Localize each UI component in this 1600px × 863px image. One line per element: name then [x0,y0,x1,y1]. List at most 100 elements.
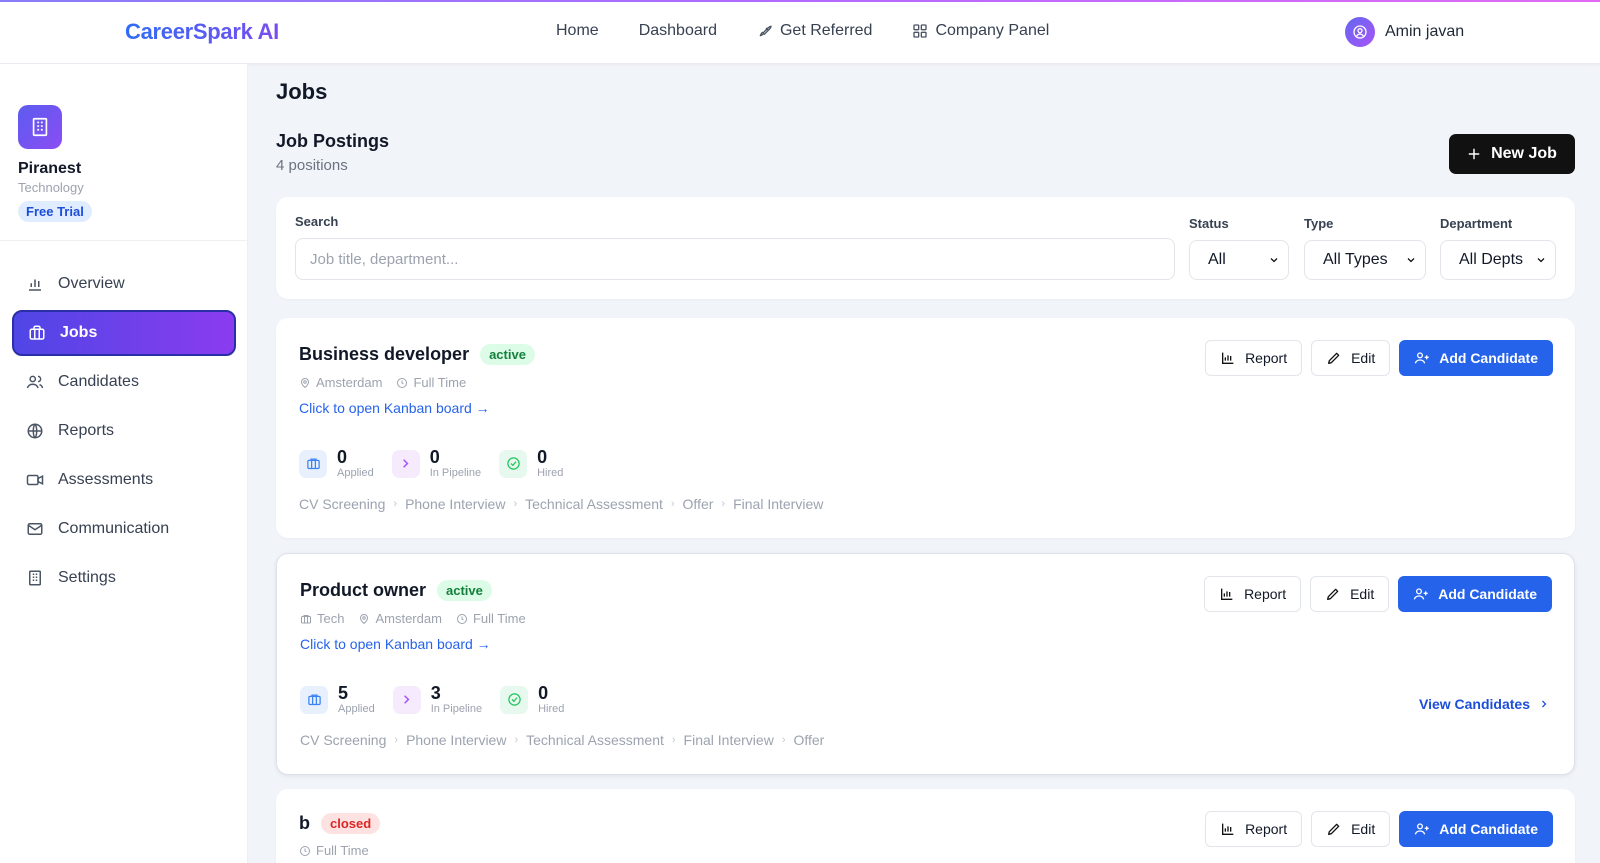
report-button[interactable]: Report [1204,576,1302,612]
report-label: Report [1245,350,1288,366]
nav-company-panel[interactable]: Company Panel [912,22,1049,40]
stat-pipeline-value: 0 [429,447,440,467]
add-candidate-label: Add Candidate [1438,586,1537,602]
stat-applied-icon-box [299,449,327,478]
nav-home-label: Home [556,22,599,39]
avatar [1345,17,1375,47]
report-button[interactable]: Report [1205,340,1303,376]
job-department-text: Tech [317,611,345,626]
job-title: b [299,813,310,833]
status-select-value: All [1208,251,1226,268]
job-title: Product owner [300,580,427,600]
brand-logo[interactable]: CareerSpark AI [125,19,279,45]
briefcase-icon [307,694,321,706]
sidebar-item-candidates[interactable]: Candidates [12,359,236,405]
check-circle-icon [507,693,521,706]
job-stats: 0 Applied 0 In Pipeline 0 Hired [299,448,563,479]
status-select[interactable]: All [1189,240,1289,280]
edit-label: Edit [1350,586,1375,602]
stage: Phone Interview [405,496,506,512]
kanban-link[interactable]: Click to open Kanban board → [300,636,491,652]
nav-home[interactable]: Home [556,22,599,40]
sidebar-item-reports[interactable]: Reports [12,408,236,454]
sidebar-item-label: Reports [58,422,115,439]
building-icon [29,570,41,586]
add-candidate-button[interactable]: Add Candidate [1398,576,1552,612]
sidebar-item-communication[interactable]: Communication [12,506,236,552]
chevron-right-icon: › [513,498,518,510]
edit-button[interactable]: Edit [1310,576,1390,612]
job-title-row: b closed [299,813,381,834]
pipeline-stages: CV Screening › Phone Interview › Technical… [300,732,824,748]
report-button[interactable]: Report [1205,811,1303,847]
nav-get-referred[interactable]: Get Referred [757,22,872,40]
job-type-text: Full Time [472,611,526,626]
stat-applied-label: Applied [337,467,374,479]
job-type-text: Full Time [316,843,369,858]
department-label: Department [1440,216,1513,231]
top-navigation-bar: CareerSpark AI Home Dashboard Get Referr… [0,0,1600,64]
stat-pipeline-label: In Pipeline [429,467,482,479]
pipeline-stages: CV Screening › Phone Interview › Technical… [299,496,823,512]
nav-dashboard[interactable]: Dashboard [639,22,717,40]
add-candidate-button[interactable]: Add Candidate [1399,811,1553,847]
job-card[interactable]: b closed Full Time Report Edit Add Candi… [276,789,1575,863]
filters-panel: Search Status All Type All Types Departm… [276,197,1575,299]
stat-hired: 0 Hired [499,448,563,479]
sidebar-item-overview[interactable]: Overview [12,261,236,307]
job-actions: Report Edit Add Candidate [1205,340,1553,376]
job-meta: Amsterdam Full Time [299,375,466,390]
user-name: Amin javan [1385,23,1465,40]
job-card[interactable]: Product owner active Tech Amsterdam Full… [276,553,1575,775]
clock-icon [456,613,467,624]
map-pin-icon [300,377,310,388]
user-menu[interactable]: Amin javan [1345,17,1464,47]
edit-label: Edit [1351,350,1376,366]
sidebar: Piranest Technology Free Trial Overview … [0,64,248,863]
stage: CV Screening [299,496,386,512]
sidebar-item-assessments[interactable]: Assessments [12,457,236,503]
user-plus-icon [1413,588,1428,600]
user-plus-icon [1414,352,1429,364]
view-candidates-link[interactable]: View Candidates [1419,696,1550,712]
add-candidate-button[interactable]: Add Candidate [1399,340,1553,376]
type-label: Type [1304,216,1334,231]
check-circle-icon [506,457,520,470]
video-icon [26,474,44,486]
edit-button[interactable]: Edit [1311,340,1391,376]
stat-hired-label: Hired [538,703,565,715]
stat-applied: 5 Applied [300,684,375,715]
job-title: Business developer [299,344,470,364]
sidebar-item-jobs[interactable]: Jobs [12,310,236,356]
chevron-right-icon: › [671,734,676,746]
stat-applied: 0 Applied [299,448,374,479]
search-input[interactable] [295,238,1175,280]
section-title: Job Postings [276,131,390,151]
stage: Final Interview [733,496,824,512]
stat-applied-icon-box [300,685,328,714]
chevron-right-icon: › [514,734,519,746]
bar-chart-icon [1221,588,1233,600]
edit-button[interactable]: Edit [1311,811,1391,847]
kanban-link[interactable]: Click to open Kanban board → [299,400,490,416]
department-select[interactable]: All Depts [1440,240,1556,280]
users-icon [26,375,44,389]
add-candidate-label: Add Candidate [1439,350,1538,366]
stage: Offer [682,496,714,512]
search-label: Search [295,214,339,229]
stat-applied-label: Applied [338,703,375,715]
positions-count: 4 positions [276,157,348,174]
job-title-row: Business developer active [299,344,535,365]
briefcase-icon [301,614,311,623]
stat-hired-value: 0 [537,447,548,467]
sidebar-item-label: Jobs [60,324,98,341]
type-select[interactable]: All Types [1304,240,1426,280]
job-card[interactable]: Business developer active Amsterdam Full… [276,318,1575,538]
report-label: Report [1244,586,1287,602]
stage: CV Screening [300,732,387,748]
pencil-icon [1328,352,1340,364]
new-job-button[interactable]: New Job [1449,134,1575,174]
sidebar-item-settings[interactable]: Settings [12,555,236,601]
job-type-text: Full Time [413,375,467,390]
job-department: Tech [300,611,344,626]
